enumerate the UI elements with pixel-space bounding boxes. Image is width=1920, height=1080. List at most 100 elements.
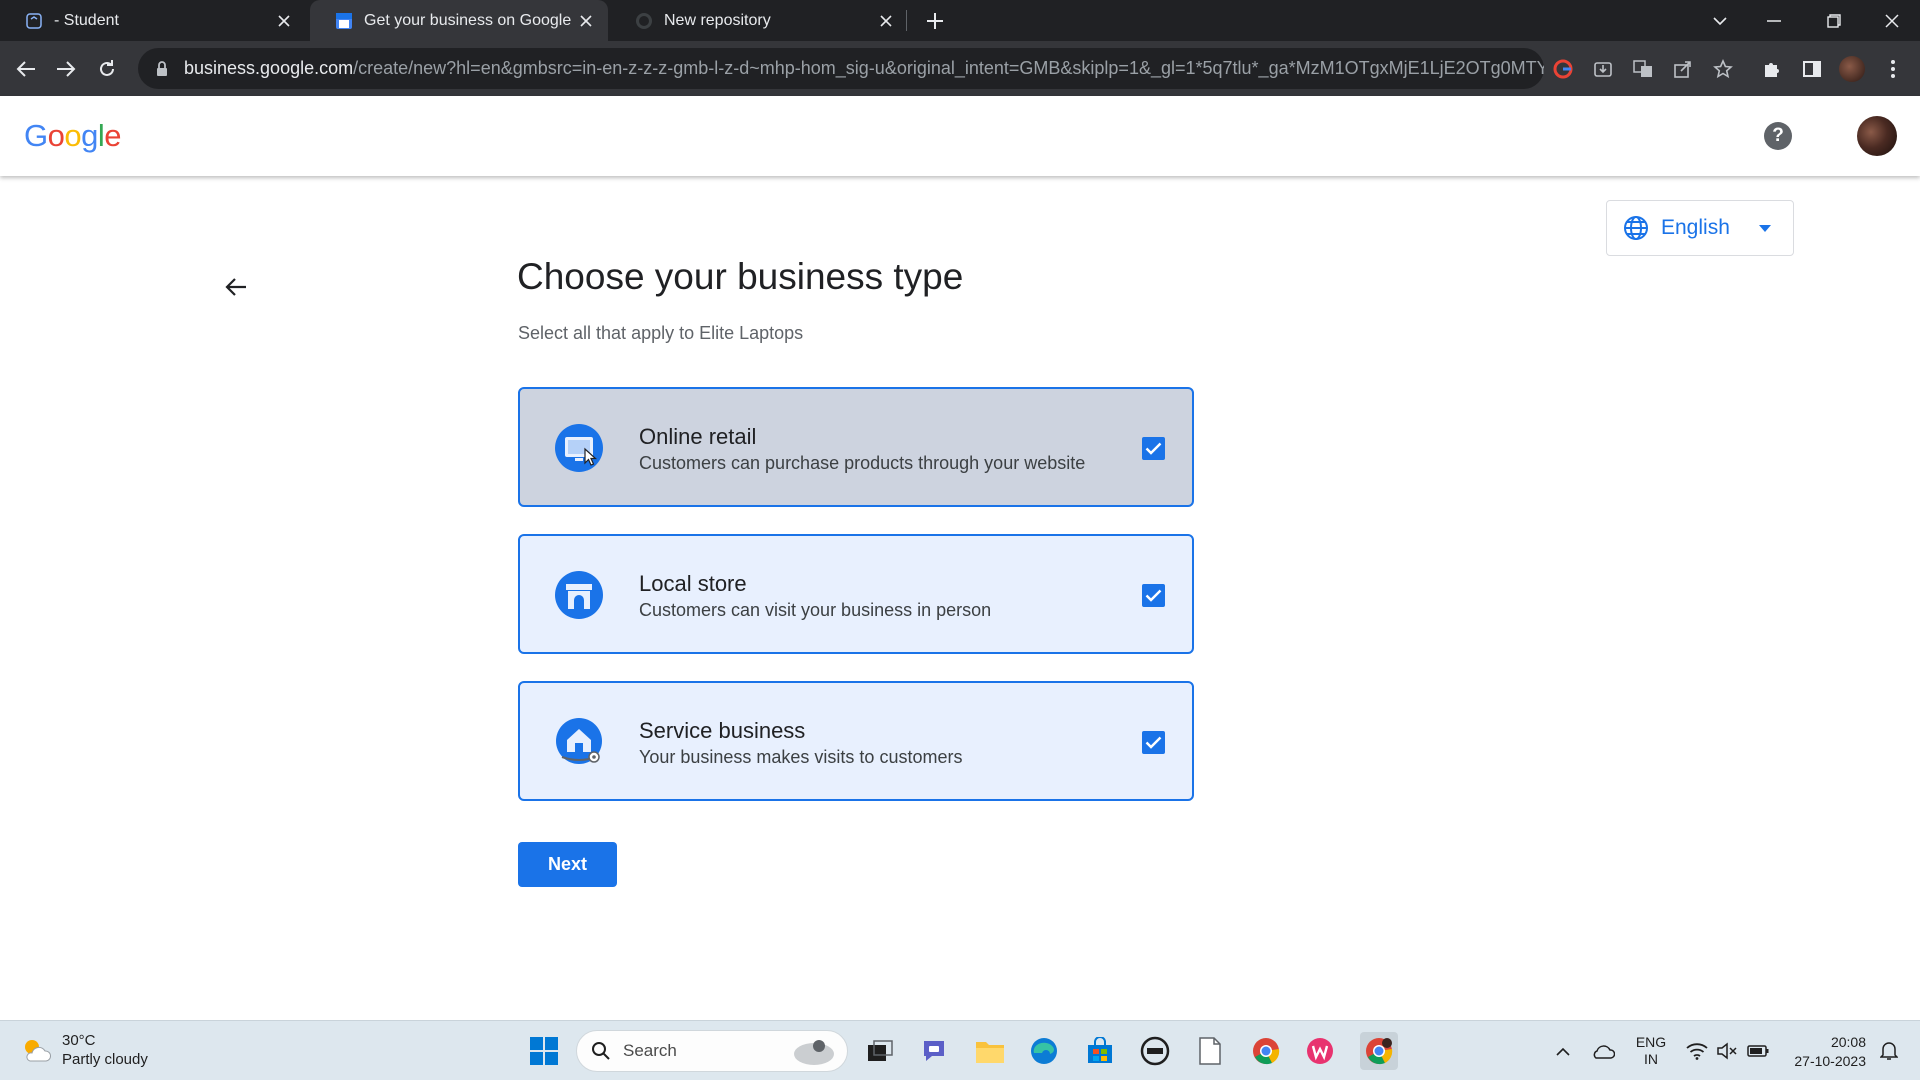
language-label: English [1661,216,1730,239]
tab-new-repository[interactable]: New repository [610,0,908,41]
tab-title: New repository [664,11,771,29]
url-host: business.google.com [184,58,354,78]
edge-browser-icon[interactable] [1028,1035,1060,1067]
google-logo[interactable]: Google [24,118,122,154]
minimize-window-icon[interactable] [1754,0,1794,41]
github-favicon-icon [634,11,654,31]
notifications-bell-icon[interactable] [1874,1021,1904,1080]
translate-icon[interactable] [1630,56,1656,82]
download-icon[interactable] [1590,56,1616,82]
option-description: Customers can visit your business in per… [639,600,992,620]
checkbox-checked[interactable] [1142,584,1165,607]
logo-letter: e [104,118,122,153]
online-retail-icon [555,424,603,472]
extensions-puzzle-icon[interactable] [1759,56,1785,82]
option-local-store[interactable]: Local store Customers can visit your bus… [518,534,1194,654]
tab-get-your-business[interactable]: Get your business on Google [310,0,608,41]
option-description: Your business makes visits to customers [639,747,963,767]
checkbox-checked[interactable] [1142,731,1165,754]
option-service-business[interactable]: Service business Your business makes vis… [518,681,1194,801]
back-arrow-icon[interactable] [221,272,251,302]
tab-separator [906,10,907,31]
close-tab-icon[interactable] [872,7,900,35]
account-avatar[interactable] [1857,116,1897,156]
new-tab-button[interactable] [920,6,950,36]
close-tab-icon[interactable] [270,7,298,35]
checkmark-icon [1145,442,1162,455]
weather-description: Partly cloudy [62,1051,148,1068]
google-business-favicon-icon [334,11,354,31]
language-code: ENG [1635,1034,1667,1050]
restore-window-icon[interactable] [1814,0,1854,41]
speaker-muted-icon[interactable] [1714,1021,1740,1080]
option-description: Customers can purchase products through … [639,453,1086,473]
system-clock[interactable]: 20:08 27-10-2023 [1770,1033,1866,1071]
bookmark-star-icon[interactable] [1710,56,1736,82]
microsoft-store-icon[interactable] [1084,1035,1116,1067]
taskbar-search[interactable]: Search [576,1030,848,1072]
windows-taskbar: 30°C Partly cloudy Search ENG IN 20:08 2… [0,1020,1920,1080]
logo-letter: g [81,118,98,153]
side-panel-icon[interactable] [1799,56,1825,82]
partly-cloudy-icon [25,1040,52,1062]
battery-icon[interactable] [1744,1021,1772,1080]
logo-letter: o [64,118,82,153]
house-location-icon [556,718,602,764]
logo-letter: o [47,118,65,153]
option-title: Online retail [639,424,757,449]
dropdown-caret-icon [1759,224,1771,232]
help-icon[interactable]: ? [1764,122,1792,150]
option-online-retail[interactable]: Online retail Customers can purchase pro… [518,387,1194,507]
file-explorer-icon[interactable] [974,1035,1006,1067]
tab-search-chevron-icon[interactable] [1700,0,1740,41]
clock-date: 27-10-2023 [1794,1053,1866,1069]
share-icon[interactable] [1670,56,1696,82]
checkbox-checked[interactable] [1142,437,1165,460]
document-icon[interactable] [1194,1035,1226,1067]
globe-icon [1624,216,1648,240]
language-selector[interactable]: English [1606,200,1794,256]
close-tab-icon[interactable] [572,7,600,35]
close-window-icon[interactable] [1872,0,1912,41]
url-path: /create/new?hl=en&gmbsrc=in-en-z-z-z-gmb… [353,58,1544,78]
storefront-icon [555,571,603,619]
search-label: Search [623,1041,677,1060]
wps-office-icon[interactable] [1304,1035,1336,1067]
url-text: business.google.com/create/new?hl=en&gmb… [184,58,1544,79]
page-title: Choose your business type [517,256,964,297]
input-language-indicator[interactable]: ENG IN [1630,1021,1672,1080]
chrome-profile-active-icon[interactable] [1360,1032,1398,1070]
browser-menu-icon[interactable] [1880,56,1906,82]
browser-tab-strip: - Student Get your business on Google Ne… [0,0,1920,41]
weather-widget[interactable]: 30°C Partly cloudy [20,1031,148,1069]
google-header: Google ? [0,96,1920,176]
tab-title: Get your business on Google [364,11,572,29]
wifi-icon[interactable] [1684,1021,1710,1080]
checkmark-icon [1145,736,1162,749]
address-bar[interactable]: business.google.com/create/new?hl=en&gmb… [138,48,1544,89]
lock-icon[interactable] [152,59,172,79]
region-code: IN [1644,1051,1658,1067]
search-highlight-icon [794,1040,834,1065]
option-title: Service business [639,718,806,743]
profile-avatar[interactable] [1839,56,1865,82]
next-button[interactable]: Next [518,842,617,887]
forward-arrow-icon[interactable] [50,53,82,85]
task-view-icon[interactable] [864,1035,896,1067]
weather-temperature: 30°C [62,1032,96,1049]
show-hidden-icons-chevron[interactable] [1550,1021,1576,1080]
option-title: Local store [639,571,747,596]
dell-icon[interactable] [1139,1035,1171,1067]
chrome-icon[interactable] [1250,1035,1282,1067]
reload-icon[interactable] [91,53,123,85]
checkmark-icon [1145,589,1162,602]
browser-toolbar: business.google.com/create/new?hl=en&gmb… [0,41,1920,96]
tab-title: - Student [54,11,119,29]
logo-letter: G [24,118,48,153]
teams-chat-icon[interactable] [918,1035,950,1067]
onedrive-cloud-icon[interactable] [1588,1021,1618,1080]
tab-student[interactable]: - Student [0,0,306,41]
windows-start-icon[interactable] [528,1035,560,1067]
google-lens-icon[interactable] [1550,56,1576,82]
back-arrow-icon[interactable] [10,53,42,85]
